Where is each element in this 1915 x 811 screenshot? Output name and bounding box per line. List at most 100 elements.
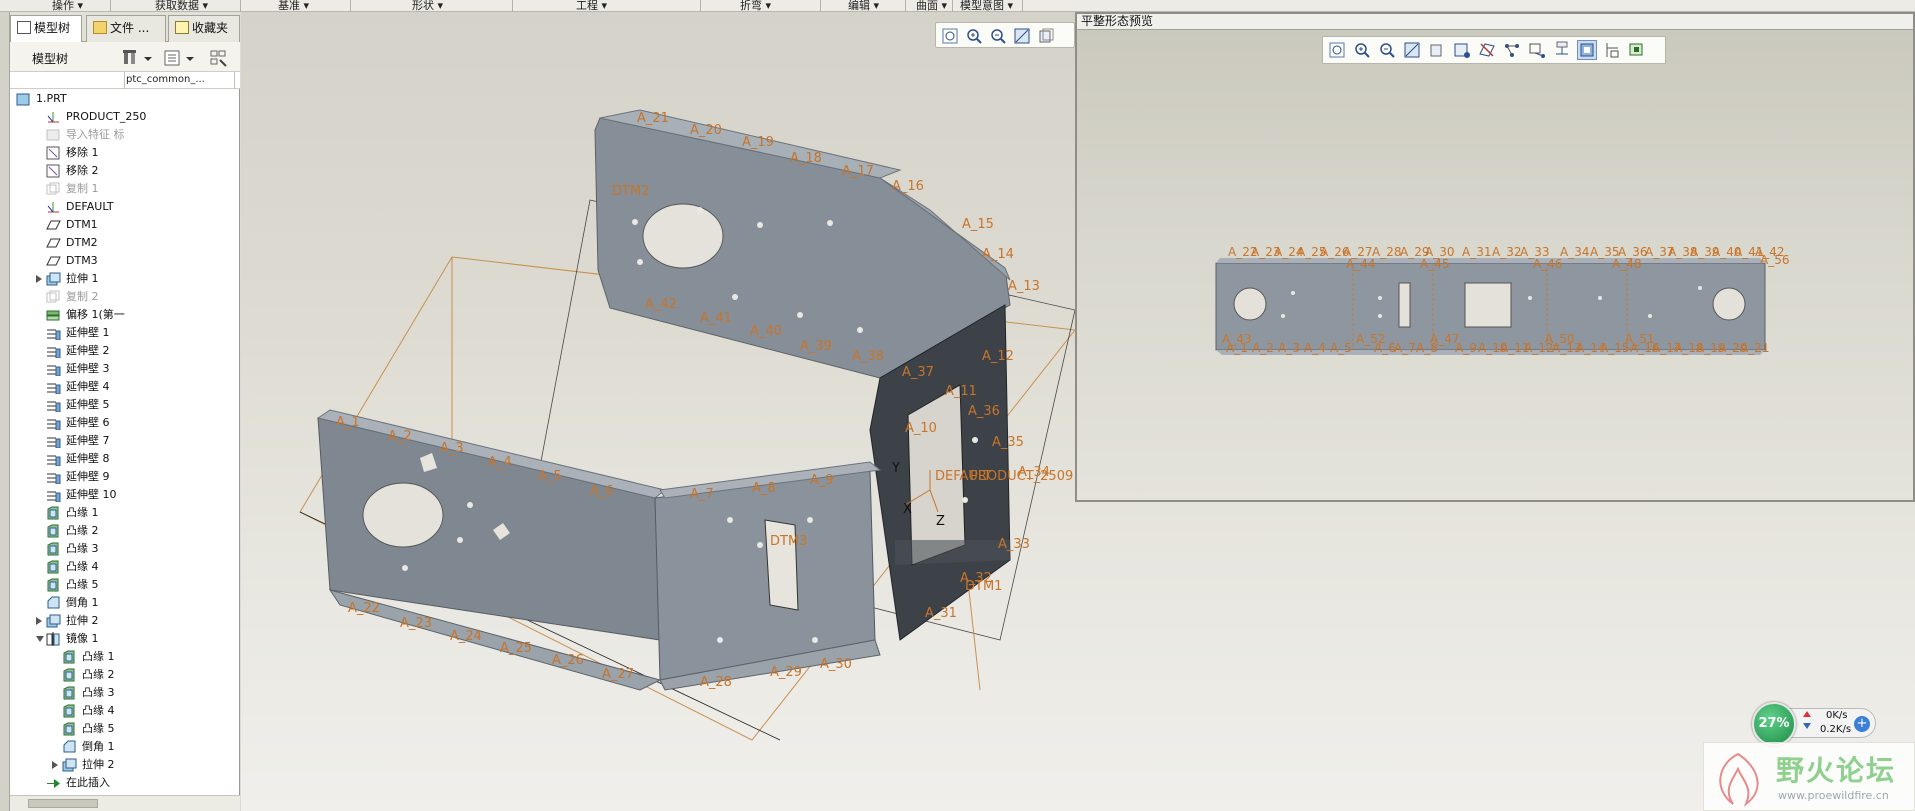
- tree-item[interactable]: 延伸壁 3: [12, 360, 238, 378]
- tree-item[interactable]: 延伸壁 5: [12, 396, 238, 414]
- zoom-in-button[interactable]: [964, 26, 984, 46]
- flat-bottom-labels: A_1 A_2 A_3 A_4 A_5 A_6 A_7 A_8 A_9 A_10…: [1226, 341, 1769, 355]
- tree-columns-button[interactable]: [208, 47, 227, 67]
- hole-large: [362, 482, 444, 548]
- tree-item[interactable]: 凸缘 2: [12, 666, 238, 684]
- tree-item[interactable]: 在此插入: [12, 774, 238, 792]
- tab-folder-browser[interactable]: 文件 ...: [86, 15, 166, 42]
- tree-item[interactable]: 倒角 1: [12, 594, 238, 612]
- plus-icon[interactable]: +: [1854, 716, 1870, 732]
- tree-item-label: 延伸壁 9: [66, 470, 110, 483]
- tree-show-button[interactable]: [162, 47, 180, 67]
- tree-item[interactable]: 凸缘 5: [12, 720, 238, 738]
- tree-settings-button[interactable]: [120, 47, 138, 67]
- tree-item[interactable]: 延伸壁 6: [12, 414, 238, 432]
- flat-pattern-preview-window[interactable]: 平整形态预览 A_22 A_23 A_24 A_25 A_26 A_27 A_2…: [1075, 12, 1915, 502]
- orient-button[interactable]: [1036, 26, 1056, 46]
- tree-item[interactable]: 偏移 1(第一: [12, 306, 238, 324]
- tree-item-label: 延伸壁 8: [66, 452, 110, 465]
- tree-item[interactable]: 1.PRT: [12, 90, 238, 108]
- tree-item[interactable]: 延伸壁 8: [12, 450, 238, 468]
- flat-label: A_21: [1740, 341, 1769, 355]
- view-toolbar: [935, 22, 1075, 48]
- tree-item[interactable]: 复制 1: [12, 180, 238, 198]
- tree-item[interactable]: 凸缘 3: [12, 540, 238, 558]
- tree-item[interactable]: 延伸壁 7: [12, 432, 238, 450]
- tree-item[interactable]: 延伸壁 4: [12, 378, 238, 396]
- column-name-header[interactable]: ptc_common_...: [126, 74, 234, 85]
- tree-item-label: PRODUCT_250: [66, 110, 147, 123]
- flat-label: A_34: [1560, 245, 1589, 259]
- tree-item[interactable]: 移除 1: [12, 144, 238, 162]
- tree-item-label: 拉伸 1: [66, 272, 99, 285]
- scrollbar-thumb[interactable]: [28, 799, 98, 808]
- flat-label: A_56: [1760, 253, 1789, 267]
- tree-item[interactable]: 凸缘 1: [12, 504, 238, 522]
- flange-icon: [46, 524, 61, 538]
- tree-item-label: 偏移 1(第一: [66, 308, 125, 321]
- tree-item[interactable]: 凸缘 1: [12, 648, 238, 666]
- edge-label: A_7: [690, 487, 714, 502]
- tab-favorites[interactable]: 收藏夹: [168, 15, 240, 42]
- menu-separator: [820, 0, 821, 12]
- tree-item[interactable]: 凸缘 4: [12, 558, 238, 576]
- tree-item[interactable]: 凸缘 2: [12, 522, 238, 540]
- zoom-fit-button[interactable]: [940, 26, 960, 46]
- expand-arrow-icon[interactable]: [36, 617, 42, 625]
- refit-button[interactable]: [1012, 26, 1032, 46]
- tree-item[interactable]: 延伸壁 1: [12, 324, 238, 342]
- tree-item[interactable]: 凸缘 3: [12, 684, 238, 702]
- tree-item[interactable]: 导入特征 标: [12, 126, 238, 144]
- tree-item-label: 延伸壁 7: [66, 434, 110, 447]
- orient-icon: [1039, 28, 1054, 43]
- extrude-icon: [46, 272, 61, 286]
- tree-item[interactable]: DTM1: [12, 216, 238, 234]
- edge-label: A_40: [750, 324, 782, 339]
- tree-item[interactable]: DTM3: [12, 252, 238, 270]
- tree-item[interactable]: DTM2: [12, 234, 238, 252]
- column-divider[interactable]: [234, 72, 235, 89]
- edge-label: A_30: [820, 657, 852, 672]
- tree-item[interactable]: 拉伸 1: [12, 270, 238, 288]
- tree-item[interactable]: 拉伸 2: [12, 756, 238, 774]
- zoom-out-button[interactable]: [988, 26, 1008, 46]
- tree-item[interactable]: 延伸壁 2: [12, 342, 238, 360]
- edge-label: A_9: [810, 473, 834, 488]
- tree-item[interactable]: 复制 2: [12, 288, 238, 306]
- tree-item-label: DEFAULT: [66, 200, 114, 213]
- flat-label: A_43: [1222, 332, 1251, 346]
- tree-show-dropdown[interactable]: [184, 47, 194, 67]
- tree-item[interactable]: 拉伸 2: [12, 612, 238, 630]
- tree-item-label: 凸缘 2: [82, 668, 115, 681]
- flat-label: A_51: [1625, 332, 1654, 346]
- flame-logo-icon: [1719, 752, 1759, 807]
- flat-label: A_48: [1612, 257, 1641, 271]
- tree-item[interactable]: DEFAULT: [12, 198, 238, 216]
- network-speed-widget[interactable]: 27% 0K/s 0.2K/s +: [1752, 702, 1876, 746]
- tree-item[interactable]: 凸缘 4: [12, 702, 238, 720]
- edge-label: A_15: [962, 217, 994, 232]
- tree-item[interactable]: 凸缘 5: [12, 576, 238, 594]
- memory-percent-badge[interactable]: 27%: [1752, 702, 1796, 746]
- flange-icon: [46, 578, 61, 592]
- expand-arrow-icon[interactable]: [52, 761, 58, 769]
- collapse-arrow-icon[interactable]: [36, 636, 44, 642]
- tree-item-label: DTM2: [66, 236, 98, 249]
- tree-item[interactable]: 镜像 1: [12, 630, 238, 648]
- expand-arrow-icon[interactable]: [36, 275, 42, 283]
- tools-icon: [123, 50, 136, 64]
- horizontal-scrollbar[interactable]: [10, 795, 240, 811]
- tree-item[interactable]: PRODUCT_250: [12, 108, 238, 126]
- tree-item-label: 凸缘 3: [82, 686, 115, 699]
- tree-item[interactable]: 延伸壁 10: [12, 486, 238, 504]
- tree-item[interactable]: 延伸壁 9: [12, 468, 238, 486]
- extrude-icon: [46, 614, 61, 628]
- tree-settings-dropdown[interactable]: [142, 47, 152, 67]
- tree-item-label: 在此插入: [66, 776, 110, 789]
- tab-model-tree[interactable]: 模型树: [10, 15, 82, 43]
- axis-z-label: Z: [936, 514, 945, 529]
- flat-pattern-canvas[interactable]: A_22 A_23 A_24 A_25 A_26 A_27 A_28 A_29 …: [1077, 30, 1913, 502]
- column-divider[interactable]: [124, 72, 125, 89]
- tree-item[interactable]: 倒角 1: [12, 738, 238, 756]
- tree-item[interactable]: 移除 2: [12, 162, 238, 180]
